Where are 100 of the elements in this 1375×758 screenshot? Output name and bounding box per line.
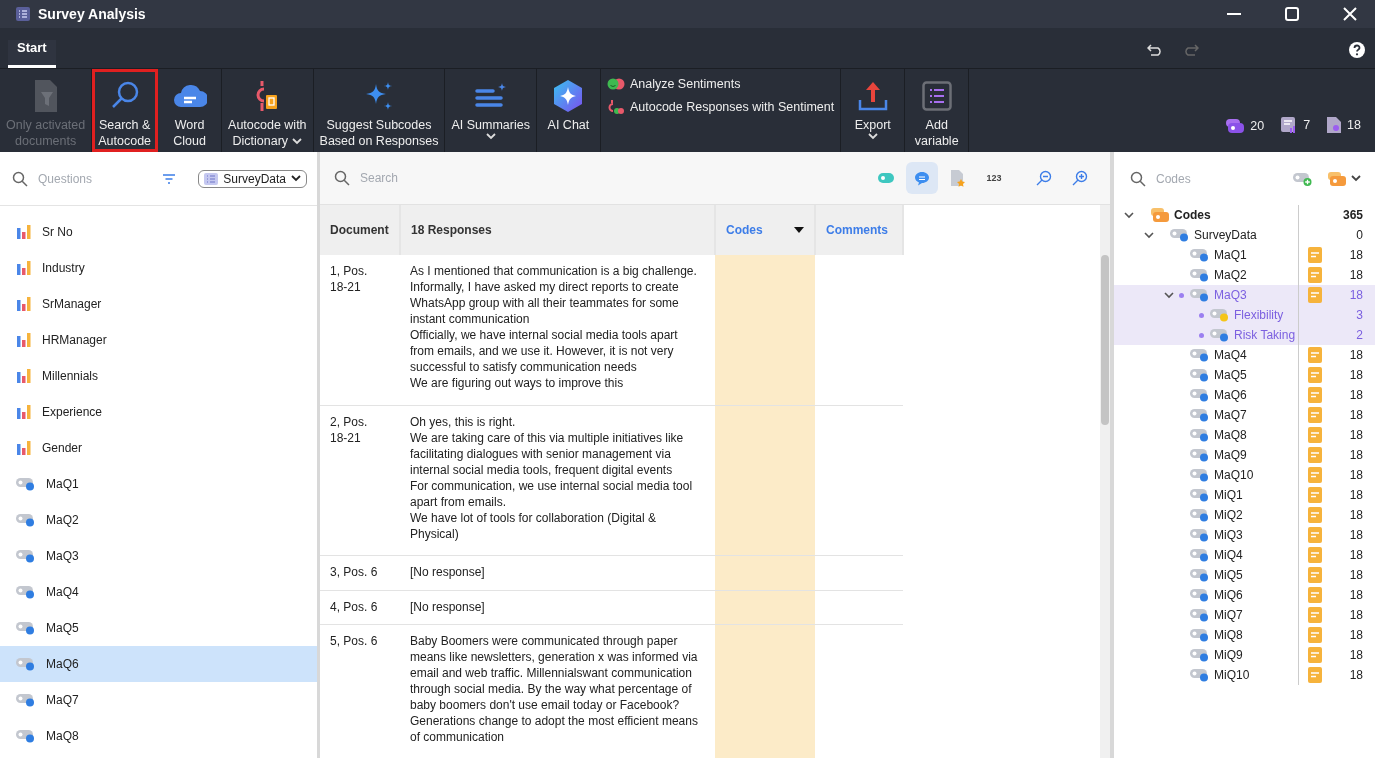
code-tree-item[interactable]: MiQ1 18 <box>1114 485 1375 505</box>
faces-icon <box>606 78 625 90</box>
dropdown-icon[interactable] <box>794 227 804 233</box>
ribbon-button[interactable]: Autocode with Dictionary <box>222 69 314 152</box>
code-tree-item[interactable]: MaQ10 18 <box>1114 465 1375 485</box>
code-tree-item[interactable]: MaQ5 18 <box>1114 365 1375 385</box>
code-count: 18 <box>1348 348 1364 362</box>
question-item[interactable]: MaQ1 <box>0 466 317 502</box>
code-label: MiQ6 <box>1214 588 1244 602</box>
code-tree-item[interactable]: MiQ2 18 <box>1114 505 1375 525</box>
question-item[interactable]: HRManager <box>0 322 317 358</box>
code-label: MaQ10 <box>1214 468 1255 482</box>
code-tree-item[interactable]: MaQ2 18 <box>1114 265 1375 285</box>
code-tree-item[interactable]: MaQ6 18 <box>1114 385 1375 405</box>
question-item[interactable]: MaQ6 <box>0 646 317 682</box>
chevron-down-icon[interactable] <box>1164 291 1174 299</box>
source-dropdown[interactable]: SurveyData <box>198 169 307 188</box>
code-count: 18 <box>1348 608 1364 622</box>
search-icon <box>12 170 28 187</box>
search-field[interactable]: Questions <box>36 170 150 187</box>
ribbon-button[interactable]: AI Chat <box>536 69 601 152</box>
code-tree-item[interactable]: MiQ5 18 <box>1114 565 1375 585</box>
document-filter-icon <box>32 78 59 114</box>
window-title: Survey Analysis <box>38 6 147 22</box>
code-count: 18 <box>1348 628 1364 642</box>
bar-chart-icon <box>16 405 32 419</box>
code-menu-icon[interactable] <box>1327 170 1361 187</box>
ribbon-button[interactable]: Search & Autocode <box>92 69 159 152</box>
question-item[interactable]: Experience <box>0 394 317 430</box>
memo-icon <box>1308 407 1322 423</box>
number-toggle[interactable]: 123 <box>978 162 1010 194</box>
search-field[interactable]: Search <box>358 170 472 186</box>
ribbon-menu-item[interactable]: Autocode Responses with Sentiment <box>606 99 835 115</box>
code-tree-item[interactable]: Codes 365 <box>1114 205 1375 225</box>
code-count: 18 <box>1348 648 1364 662</box>
code-tree-item[interactable]: Risk Taking 2 <box>1114 325 1375 345</box>
code-tree-item[interactable]: MiQ8 18 <box>1114 625 1375 645</box>
memo-icon <box>1308 467 1322 483</box>
memo-icon <box>1308 547 1322 563</box>
memo-icon <box>1308 587 1322 603</box>
code-tree-item[interactable]: MiQ3 18 <box>1114 525 1375 545</box>
question-item[interactable]: MaQ3 <box>0 538 317 574</box>
question-item[interactable]: SrManager <box>0 286 317 322</box>
code-label: MiQ2 <box>1214 508 1244 522</box>
bar-chart-icon <box>16 369 32 383</box>
filter-icon[interactable] <box>162 173 177 184</box>
code-label: MaQ3 <box>1214 288 1248 302</box>
code-label: MaQ6 <box>1214 388 1248 402</box>
chevron-down-icon[interactable] <box>1124 211 1134 219</box>
code-tree-item[interactable]: MaQ1 18 <box>1114 245 1375 265</box>
code-label: MaQ1 <box>1214 248 1248 262</box>
code-tree-item[interactable]: Flexibility 3 <box>1114 305 1375 325</box>
memo-icon <box>1308 527 1322 543</box>
code-tag-icon <box>16 585 36 599</box>
code-tree-item[interactable]: MaQ3 18 <box>1114 285 1375 305</box>
comment-icon[interactable] <box>906 162 938 194</box>
code-tag-icon <box>16 729 36 743</box>
question-item[interactable]: Millennials <box>0 358 317 394</box>
question-item[interactable]: Industry <box>0 250 317 286</box>
code-tree-item[interactable]: MiQ10 18 <box>1114 665 1375 685</box>
chevron-down-icon[interactable] <box>1144 231 1154 239</box>
question-item[interactable]: MaQ8 <box>0 718 317 754</box>
question-item[interactable]: Gender <box>0 430 317 466</box>
bar-chart-icon <box>16 333 32 347</box>
question-item[interactable]: MaQ4 <box>0 574 317 610</box>
code-label: MiQ1 <box>1214 488 1244 502</box>
code-tree-item[interactable]: MaQ9 18 <box>1114 445 1375 465</box>
table-cell: 2, Pos. 18-21 <box>320 405 400 556</box>
code-tree-item[interactable]: MiQ9 18 <box>1114 645 1375 665</box>
ribbon-menu-item[interactable]: Analyze Sentiments <box>606 77 835 91</box>
column-header[interactable]: 18 Responses <box>400 205 715 255</box>
code-tree-item[interactable]: MiQ6 18 <box>1114 585 1375 605</box>
code-label: Flexibility <box>1234 308 1285 322</box>
bar-chart-icon <box>16 261 32 275</box>
new-code-icon[interactable] <box>1293 170 1313 187</box>
chevron-icon <box>485 133 496 140</box>
code-tree-item[interactable]: MiQ4 18 <box>1114 545 1375 565</box>
code-count: 18 <box>1348 368 1364 382</box>
redo-icon[interactable] <box>1183 44 1199 56</box>
question-item[interactable]: MaQ2 <box>0 502 317 538</box>
ribbon-button[interactable]: Word Cloud <box>158 69 223 152</box>
code-count: 18 <box>1348 468 1364 482</box>
code-tree-item[interactable]: SurveyData 0 <box>1114 225 1375 245</box>
search-field[interactable]: Codes <box>1154 170 1268 187</box>
column-header[interactable]: Document <box>320 205 400 255</box>
undo-icon[interactable] <box>1147 44 1163 56</box>
ribbon-tab[interactable]: Start <box>8 40 56 68</box>
code-count: 18 <box>1348 288 1364 302</box>
question-item[interactable]: Sr No <box>0 214 317 250</box>
scrollbar-thumb[interactable] <box>1101 255 1109 425</box>
question-item[interactable]: MaQ7 <box>0 682 317 718</box>
code-label: MiQ5 <box>1214 568 1244 582</box>
question-item[interactable]: MaQ5 <box>0 610 317 646</box>
memo-icon <box>1308 347 1322 363</box>
code-tree-item[interactable]: MaQ8 18 <box>1114 425 1375 445</box>
code-tree-item[interactable]: MaQ7 18 <box>1114 405 1375 425</box>
counter: 20 <box>1225 118 1265 134</box>
code-label: MaQ2 <box>1214 268 1248 282</box>
code-tree-item[interactable]: MiQ7 18 <box>1114 605 1375 625</box>
code-tree-item[interactable]: MaQ4 18 <box>1114 345 1375 365</box>
